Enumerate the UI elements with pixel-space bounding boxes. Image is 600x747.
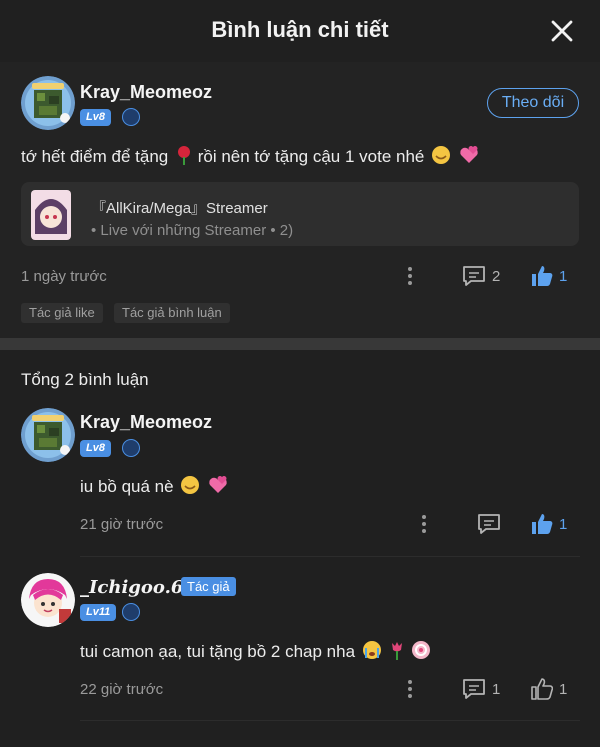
rose-icon [177, 146, 190, 165]
more-options-icon[interactable] [408, 267, 412, 288]
like-count: 1 [559, 681, 568, 698]
like-count: 1 [559, 268, 568, 285]
reply-count: 1 [492, 681, 501, 698]
reply-icon[interactable] [462, 265, 486, 287]
username[interactable]: Kray_Meomeoz [80, 82, 212, 103]
thumbs-up-icon[interactable] [531, 265, 553, 287]
replies-count-heading: Tổng 2 bình luận [21, 370, 149, 389]
thumbs-up-outline-icon[interactable] [531, 678, 553, 700]
verified-shield-icon [122, 603, 140, 621]
follow-button[interactable]: Theo dõi [487, 88, 579, 118]
like-count: 1 [559, 516, 568, 533]
reply-count: 2 [492, 268, 501, 285]
page-header: Bình luận chi tiết [0, 0, 600, 62]
more-options-icon[interactable] [408, 680, 412, 701]
reply-time: 22 giờ trước [80, 681, 164, 698]
comment-text-part1: tớ hết điểm để tặng [21, 147, 169, 166]
verified-shield-icon [122, 439, 140, 457]
crying-face-icon [362, 641, 381, 659]
hearts-icon [209, 476, 227, 493]
comment-time: 1 ngày trước [21, 268, 107, 285]
close-icon[interactable] [550, 19, 574, 43]
lollipop-icon [412, 641, 431, 659]
avatar[interactable] [21, 573, 75, 627]
more-options-icon[interactable] [422, 515, 426, 536]
level-badge: Lv11 [80, 604, 117, 621]
avatar[interactable] [21, 76, 75, 130]
tag-author-like: Tác giả like [21, 303, 103, 323]
section-divider [0, 338, 600, 350]
username[interactable]: _Ichigoo.67 [80, 577, 196, 598]
verified-shield-icon [122, 108, 140, 126]
username[interactable]: Kray_Meomeoz [80, 412, 212, 433]
hearts-icon [460, 146, 478, 163]
author-badge: Tác giả [181, 577, 236, 596]
smiley-icon [432, 146, 451, 164]
reply-separator [80, 556, 580, 557]
comment-text: tớ hết điểm để tặng rồi nên tớ tặng cậu … [21, 145, 480, 167]
avatar[interactable] [21, 408, 75, 462]
reply-icon[interactable] [462, 678, 486, 700]
linked-story-card[interactable]: 『AllKira/Mega』Streamer • Live với những … [21, 182, 579, 246]
level-badge: Lv8 [80, 440, 111, 457]
story-subtitle: • Live với những Streamer • 2) [91, 222, 294, 239]
reply-text-body: iu bồ quá nè [80, 477, 174, 496]
reply-text: tui camon ạa, tui tặng bồ 2 chap nha [80, 640, 431, 662]
story-thumbnail [31, 190, 71, 240]
story-title: 『AllKira/Mega』Streamer [91, 200, 268, 217]
reply-separator [80, 720, 580, 721]
reply-text: iu bồ quá nè [80, 475, 229, 497]
smiley-icon [181, 476, 200, 494]
thumbs-up-icon[interactable] [531, 513, 553, 535]
reply-text-body: tui camon ạa, tui tặng bồ 2 chap nha [80, 642, 356, 661]
page-title: Bình luận chi tiết [211, 17, 389, 42]
reply-time: 21 giờ trước [80, 516, 164, 533]
tag-author-comment: Tác giả bình luận [114, 303, 230, 323]
comment-text-part2: rồi nên tớ tặng cậu 1 vote nhé [197, 147, 425, 166]
reply-icon[interactable] [477, 513, 501, 535]
level-badge: Lv8 [80, 109, 111, 126]
tulip-icon [391, 642, 402, 660]
